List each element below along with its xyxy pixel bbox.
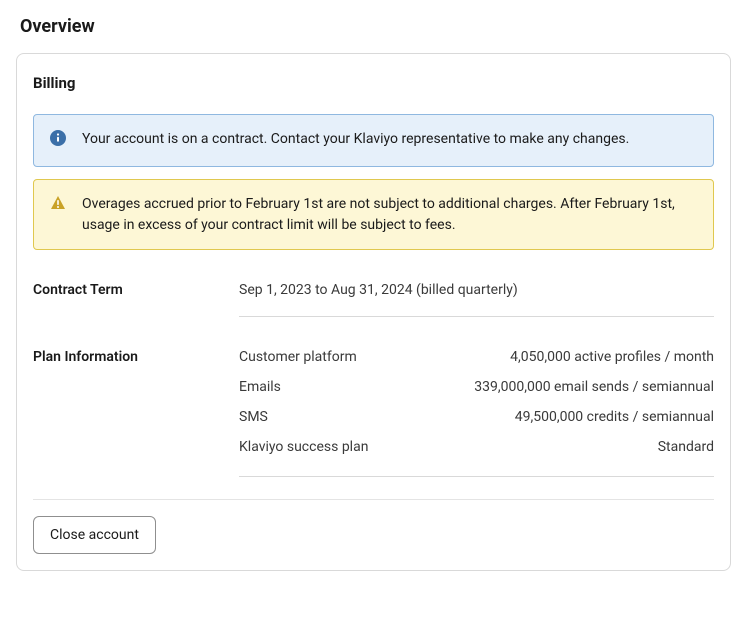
plan-row-value: Standard — [658, 439, 714, 455]
info-alert: Your account is on a contract. Contact y… — [33, 114, 714, 167]
plan-row-label: SMS — [239, 409, 268, 425]
plan-row-value: 49,500,000 credits / semiannual — [515, 409, 714, 425]
billing-title: Billing — [33, 74, 714, 92]
plan-row-value: 339,000,000 email sends / semiannual — [474, 379, 714, 395]
plan-information-label: Plan Information — [33, 349, 239, 477]
contract-term-section: Contract Term Sep 1, 2023 to Aug 31, 202… — [33, 282, 714, 317]
contract-term-value: Sep 1, 2023 to Aug 31, 2024 (billed quar… — [239, 282, 714, 316]
contract-term-label: Contract Term — [33, 282, 239, 317]
plan-row: Klaviyo success plan Standard — [239, 432, 714, 462]
divider — [239, 316, 714, 317]
plan-row: SMS 49,500,000 credits / semiannual — [239, 402, 714, 432]
plan-information-section: Plan Information Customer platform 4,050… — [33, 349, 714, 477]
warning-alert: Overages accrued prior to February 1st a… — [33, 179, 714, 250]
warning-icon — [50, 195, 66, 217]
plan-row: Emails 339,000,000 email sends / semiann… — [239, 372, 714, 402]
close-account-button[interactable]: Close account — [33, 516, 156, 554]
plan-row-label: Emails — [239, 379, 281, 395]
divider — [33, 499, 714, 500]
warning-alert-text: Overages accrued prior to February 1st a… — [82, 194, 697, 235]
plan-row-value: 4,050,000 active profiles / month — [510, 349, 714, 365]
billing-card: Billing Your account is on a contract. C… — [16, 53, 731, 571]
page-title: Overview — [20, 16, 731, 37]
info-icon — [50, 130, 66, 152]
info-alert-text: Your account is on a contract. Contact y… — [82, 129, 629, 149]
plan-row-label: Customer platform — [239, 349, 357, 365]
plan-row: Customer platform 4,050,000 active profi… — [239, 349, 714, 372]
divider — [239, 476, 714, 477]
plan-row-label: Klaviyo success plan — [239, 439, 368, 455]
